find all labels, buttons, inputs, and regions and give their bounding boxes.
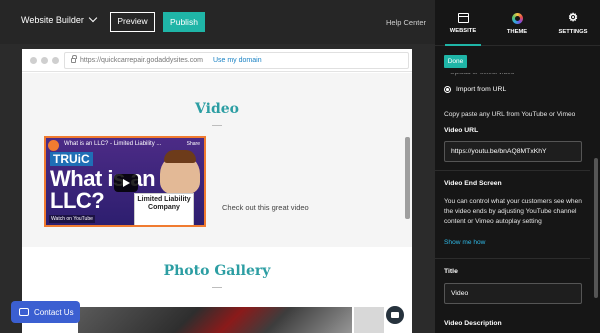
- url-text: https://quickcarrepair.godaddysites.com: [80, 57, 203, 64]
- window-dot: [52, 57, 59, 64]
- import-hint: Copy paste any URL from YouTube or Vimeo: [444, 111, 576, 118]
- tab-label: THEME: [506, 29, 528, 35]
- gallery-section-title: Photo Gallery: [163, 263, 271, 279]
- video-url-input[interactable]: https://youtu.be/bnAQ8MTxKhY: [444, 141, 582, 162]
- window-dot: [41, 57, 48, 64]
- canvas-scrollbar[interactable]: [405, 137, 410, 219]
- divider: [435, 170, 590, 171]
- browser-chrome: https://quickcarrepair.godaddysites.com …: [22, 49, 412, 72]
- share-label[interactable]: Share: [187, 141, 200, 147]
- end-screen-description: You can control what your customers see …: [444, 198, 582, 225]
- editor-topbar: Website Builder Preview Publish Help Cen…: [0, 0, 435, 44]
- video-url-label: Video URL: [444, 127, 479, 134]
- chat-bubble-icon[interactable]: [386, 306, 404, 324]
- end-screen-label: Video End Screen: [444, 180, 502, 187]
- show-me-how-link[interactable]: Show me how: [444, 239, 485, 246]
- gallery-photo[interactable]: [354, 307, 384, 333]
- title-divider: [212, 125, 222, 126]
- site-menu[interactable]: Website Builder: [21, 13, 98, 25]
- video-caption: Check out this great video: [222, 203, 309, 212]
- window-controls: [30, 57, 59, 64]
- presenter-image: [160, 150, 200, 194]
- title-input[interactable]: Video: [444, 283, 582, 304]
- gear-icon: ⚙: [568, 12, 578, 24]
- help-center-link[interactable]: Help Center: [386, 18, 426, 27]
- settings-panel: WEBSITE THEME ⚙ SETTINGS Done Upload or …: [435, 0, 600, 333]
- use-my-domain-link[interactable]: Use my domain: [213, 57, 262, 64]
- done-button[interactable]: Done: [444, 55, 467, 68]
- title-divider: [212, 287, 222, 288]
- chevron-down-icon: [88, 13, 98, 23]
- contact-us-label: Contact Us: [34, 307, 74, 317]
- lock-icon: [71, 55, 77, 63]
- video-title: What is an LLC? - Limited Liability ...: [64, 141, 162, 147]
- divider: [435, 258, 590, 259]
- photo-gallery-section[interactable]: Photo Gallery: [22, 247, 412, 333]
- import-url-option[interactable]: Import from URL: [444, 86, 506, 93]
- video-player[interactable]: What is an LLC? - Limited Liability ... …: [44, 136, 206, 227]
- chat-icon: [19, 308, 29, 316]
- site-menu-label: Website Builder: [21, 15, 84, 25]
- tab-label: WEBSITE: [449, 28, 477, 34]
- title-label: Title: [444, 268, 458, 275]
- tab-label: SETTINGS: [558, 29, 588, 35]
- contact-us-button[interactable]: Contact Us: [11, 301, 80, 323]
- video-section-title: Video: [195, 101, 239, 117]
- watch-on-youtube-label[interactable]: Watch on YouTube: [49, 215, 95, 223]
- panel-scrollbar[interactable]: [594, 158, 598, 298]
- channel-logo: [48, 140, 59, 151]
- window-dot: [30, 57, 37, 64]
- panel-tabs: WEBSITE THEME ⚙ SETTINGS: [435, 0, 600, 46]
- import-url-label: Import from URL: [456, 86, 507, 93]
- upload-option-label[interactable]: Upload or select video: [450, 73, 514, 76]
- play-icon[interactable]: [114, 174, 138, 192]
- preview-button[interactable]: Preview: [110, 12, 155, 32]
- address-bar: https://quickcarrepair.godaddysites.com …: [64, 52, 409, 69]
- publish-button[interactable]: Publish: [163, 12, 205, 32]
- tab-theme[interactable]: THEME: [497, 0, 537, 46]
- browser-window-icon: [457, 13, 469, 23]
- video-description-label: Video Description: [444, 320, 502, 327]
- thumbnail-card: Limited Liability Company: [134, 193, 194, 225]
- tab-settings[interactable]: ⚙ SETTINGS: [553, 0, 593, 46]
- color-wheel-icon: [511, 13, 523, 24]
- tab-website[interactable]: WEBSITE: [443, 0, 483, 46]
- brand-label: TRUiC: [50, 152, 93, 166]
- radio-selected-icon[interactable]: [444, 86, 451, 93]
- gallery-photo[interactable]: [78, 307, 352, 333]
